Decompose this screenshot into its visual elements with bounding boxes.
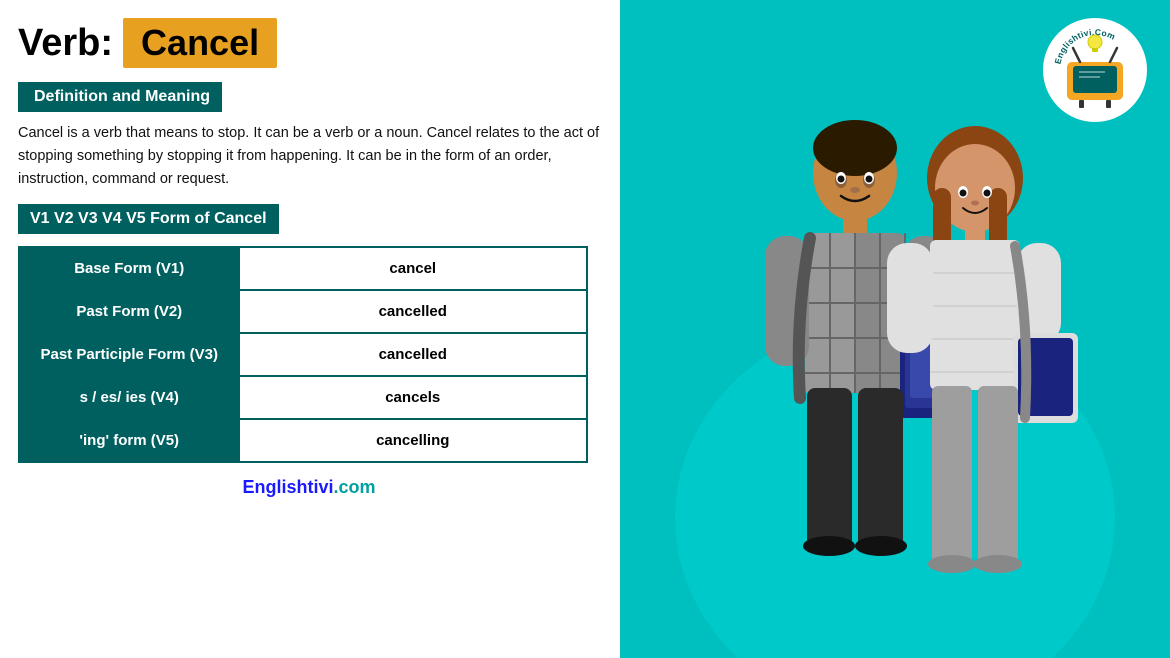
left-content: Verb: Cancel Definition and Meaning Canc… — [0, 0, 620, 658]
form-name-cell: s / es/ ies (V4) — [19, 376, 239, 419]
form-value-cell: cancels — [239, 376, 587, 419]
verb-word: Cancel — [123, 18, 277, 68]
right-area: Englishtivi.Com — [620, 0, 1170, 658]
brand-blue: Englishtivi — [242, 477, 333, 497]
verb-label: Verb: — [18, 22, 113, 65]
page-wrapper: Verb: Cancel Definition and Meaning Canc… — [0, 0, 1170, 658]
table-row: Past Form (V2)cancelled — [19, 290, 587, 333]
v-forms-heading: V1 V2 V3 V4 V5 Form of Cancel — [18, 204, 279, 234]
brand-teal: .com — [334, 477, 376, 497]
definition-text: Cancel is a verb that means to stop. It … — [18, 122, 600, 192]
form-value-cell: cancelling — [239, 419, 587, 462]
footer-brand: Englishtivi.com — [18, 477, 600, 498]
logo-svg: Englishtivi.Com — [1045, 20, 1145, 120]
logo-container: Englishtivi.Com — [1040, 15, 1150, 125]
table-row: Past Participle Form (V3)cancelled — [19, 333, 587, 376]
verb-title: Verb: Cancel — [18, 18, 600, 68]
form-name-cell: Past Participle Form (V3) — [19, 333, 239, 376]
table-row: 'ing' form (V5)cancelling — [19, 419, 587, 462]
table-row: Base Form (V1)cancel — [19, 247, 587, 290]
definition-heading: Definition and Meaning — [18, 82, 222, 112]
form-value-cell: cancelled — [239, 290, 587, 333]
form-value-cell: cancel — [239, 247, 587, 290]
form-name-cell: Base Form (V1) — [19, 247, 239, 290]
form-name-cell: Past Form (V2) — [19, 290, 239, 333]
svg-text:Englishtivi.Com: Englishtivi.Com — [1053, 27, 1118, 65]
table-row: s / es/ ies (V4)cancels — [19, 376, 587, 419]
form-value-cell: cancelled — [239, 333, 587, 376]
form-name-cell: 'ing' form (V5) — [19, 419, 239, 462]
verb-table: Base Form (V1)cancelPast Form (V2)cancel… — [18, 246, 588, 463]
